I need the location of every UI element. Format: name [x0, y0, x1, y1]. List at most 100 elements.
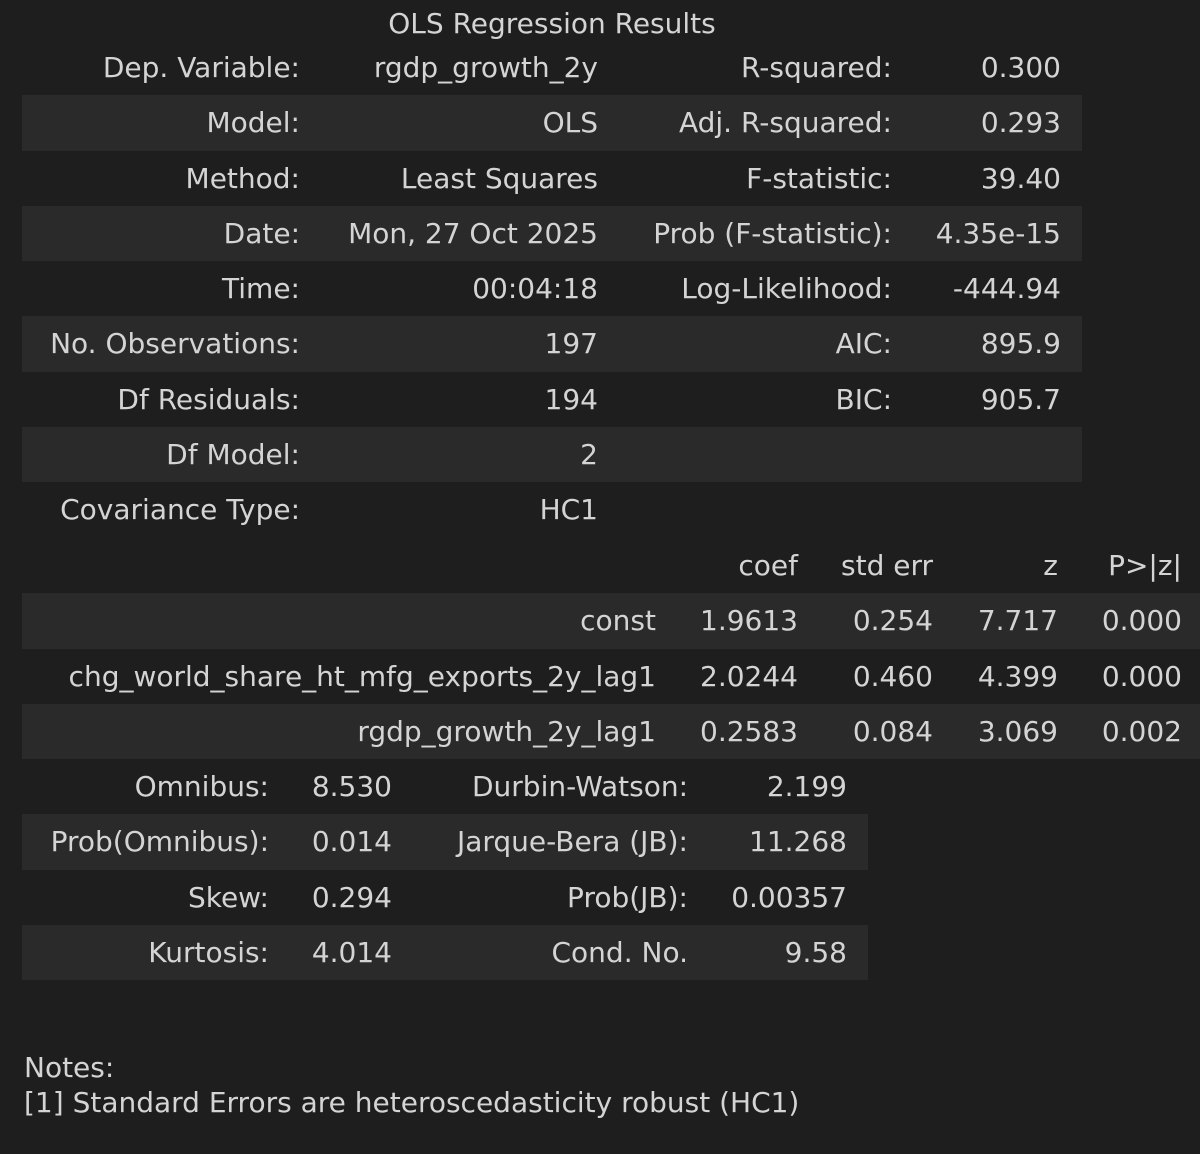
summary-value: -444.94: [952, 272, 1061, 306]
summary-label: Model:: [206, 106, 300, 140]
cell-padding: [1061, 95, 1082, 150]
summary-value: 0.293: [980, 106, 1061, 140]
summary-value: 895.9: [980, 327, 1061, 361]
summary-value: 197: [544, 327, 598, 361]
table-row: Skew: 0.294 Prob(JB): 0.00357: [22, 870, 868, 925]
summary-value: HC1: [539, 493, 598, 527]
z-value: 4.399: [977, 659, 1058, 693]
diagnostic-label: Jarque-Bera (JB):: [456, 825, 688, 859]
diagnostic-label: Skew:: [187, 880, 269, 914]
summary-value: [892, 427, 1061, 482]
cell-padding: [1061, 40, 1082, 95]
z-value: 3.069: [977, 714, 1058, 748]
column-header: P>|z|: [1108, 549, 1182, 583]
diagnostics-table: Omnibus: 8.530 Durbin-Watson: 2.199 Prob…: [22, 759, 868, 980]
table-header-row: coef std err z P>|z|: [22, 538, 1200, 593]
summary-label: Dep. Variable:: [102, 51, 300, 85]
summary-value: 905.7: [980, 382, 1061, 416]
diagnostic-label: Prob(JB):: [567, 880, 688, 914]
table-row: Method: Least Squares F-statistic: 39.40: [22, 151, 1082, 206]
summary-label: Adj. R-squared:: [678, 106, 892, 140]
diagnostic-value: 0.014: [311, 825, 392, 859]
diagnostic-label: Cond. No.: [551, 935, 689, 969]
notes-section: Notes: [1] Standard Errors are heterosce…: [24, 1050, 799, 1120]
std-err-value: 0.084: [852, 714, 933, 748]
summary-value: 00:04:18: [472, 272, 598, 306]
diagnostic-value: 11.268: [749, 825, 847, 859]
cell-padding: [847, 814, 868, 869]
table-row: Omnibus: 8.530 Durbin-Watson: 2.199: [22, 759, 868, 814]
summary-value: 194: [544, 382, 598, 416]
variable-name: const: [580, 604, 656, 638]
cell-padding: [1061, 372, 1082, 427]
variable-name: rgdp_growth_2y_lag1: [357, 714, 656, 748]
results-caption: OLS Regression Results: [388, 7, 716, 40]
column-header: [22, 538, 656, 593]
coef-value: 0.2583: [700, 714, 798, 748]
summary-value: 0.300: [980, 51, 1061, 85]
summary-value: rgdp_growth_2y: [373, 51, 598, 85]
coef-value: 2.0244: [700, 659, 798, 693]
diagnostic-label: Omnibus:: [134, 770, 269, 804]
column-header: coef: [738, 549, 798, 583]
cell-padding: [1182, 649, 1200, 704]
table-row: Date: Mon, 27 Oct 2025 Prob (F-statistic…: [22, 205, 1082, 261]
diagnostic-value: 0.294: [311, 880, 392, 914]
summary-label: [598, 427, 892, 482]
summary-value: Mon, 27 Oct 2025: [348, 216, 598, 250]
std-err-value: 0.254: [852, 604, 933, 638]
summary-value: [892, 482, 1061, 537]
summary-label: No. Observations:: [50, 327, 300, 361]
cell-padding: [1182, 593, 1200, 648]
table-row: No. Observations: 197 AIC: 895.9: [22, 316, 1082, 372]
cell-padding: [1061, 261, 1082, 316]
table-row: Covariance Type: HC1: [22, 482, 1082, 537]
summary-value: Least Squares: [400, 161, 598, 195]
summary-label: BIC:: [835, 382, 892, 416]
summary-label: Df Model:: [166, 437, 300, 471]
cell-padding: [1061, 316, 1082, 371]
summary-table: Dep. Variable: rgdp_growth_2y R-squared:…: [22, 40, 1082, 537]
diagnostic-value: 2.199: [766, 770, 847, 804]
summary-label: Method:: [185, 161, 300, 195]
column-header: z: [1043, 549, 1058, 583]
cell-padding: [1182, 704, 1200, 759]
summary-value: 4.35e-15: [935, 216, 1061, 250]
table-row: Df Model: 2: [22, 426, 1082, 482]
summary-label: R-squared:: [740, 51, 892, 85]
summary-label: Time:: [222, 272, 300, 306]
notes-title: Notes:: [24, 1051, 115, 1084]
summary-value: 2: [580, 437, 598, 471]
diagnostic-value: 8.530: [311, 770, 392, 804]
cell-padding: [847, 759, 868, 814]
std-err-value: 0.460: [852, 659, 933, 693]
cell-padding: [1061, 427, 1082, 482]
table-row: Kurtosis: 4.014 Cond. No. 9.58: [22, 924, 868, 980]
diagnostic-value: 4.014: [311, 935, 392, 969]
summary-label: Covariance Type:: [60, 493, 300, 527]
summary-label: [598, 482, 892, 537]
p-value: 0.002: [1101, 714, 1182, 748]
summary-label: Df Residuals:: [117, 382, 300, 416]
table-row: chg_world_share_ht_mfg_exports_2y_lag1 2…: [22, 649, 1200, 704]
summary-value: OLS: [542, 106, 598, 140]
summary-value: 39.40: [980, 161, 1061, 195]
cell-padding: [1061, 206, 1082, 261]
summary-label: Prob (F-statistic):: [653, 216, 892, 250]
z-value: 7.717: [977, 604, 1058, 638]
summary-label: AIC:: [835, 327, 892, 361]
diagnostic-label: Durbin-Watson:: [471, 770, 688, 804]
table-row: Model: OLS Adj. R-squared: 0.293: [22, 95, 1082, 151]
table-row: Dep. Variable: rgdp_growth_2y R-squared:…: [22, 40, 1082, 95]
variable-name: chg_world_share_ht_mfg_exports_2y_lag1: [68, 659, 656, 693]
diagnostic-label: Prob(Omnibus):: [50, 825, 269, 859]
table-row: rgdp_growth_2y_lag1 0.2583 0.084 3.069 0…: [22, 703, 1200, 759]
summary-label: Date:: [223, 216, 300, 250]
summary-label: F-statistic:: [746, 161, 892, 195]
table-row: Time: 00:04:18 Log-Likelihood: -444.94: [22, 261, 1082, 316]
cell-padding: [847, 870, 868, 925]
table-row: Df Residuals: 194 BIC: 905.7: [22, 372, 1082, 427]
diagnostic-value: 0.00357: [731, 880, 847, 914]
coefficients-table: coef std err z P>|z| const 1.9613 0.254 …: [22, 538, 1200, 759]
table-row: Prob(Omnibus): 0.014 Jarque-Bera (JB): 1…: [22, 814, 868, 870]
